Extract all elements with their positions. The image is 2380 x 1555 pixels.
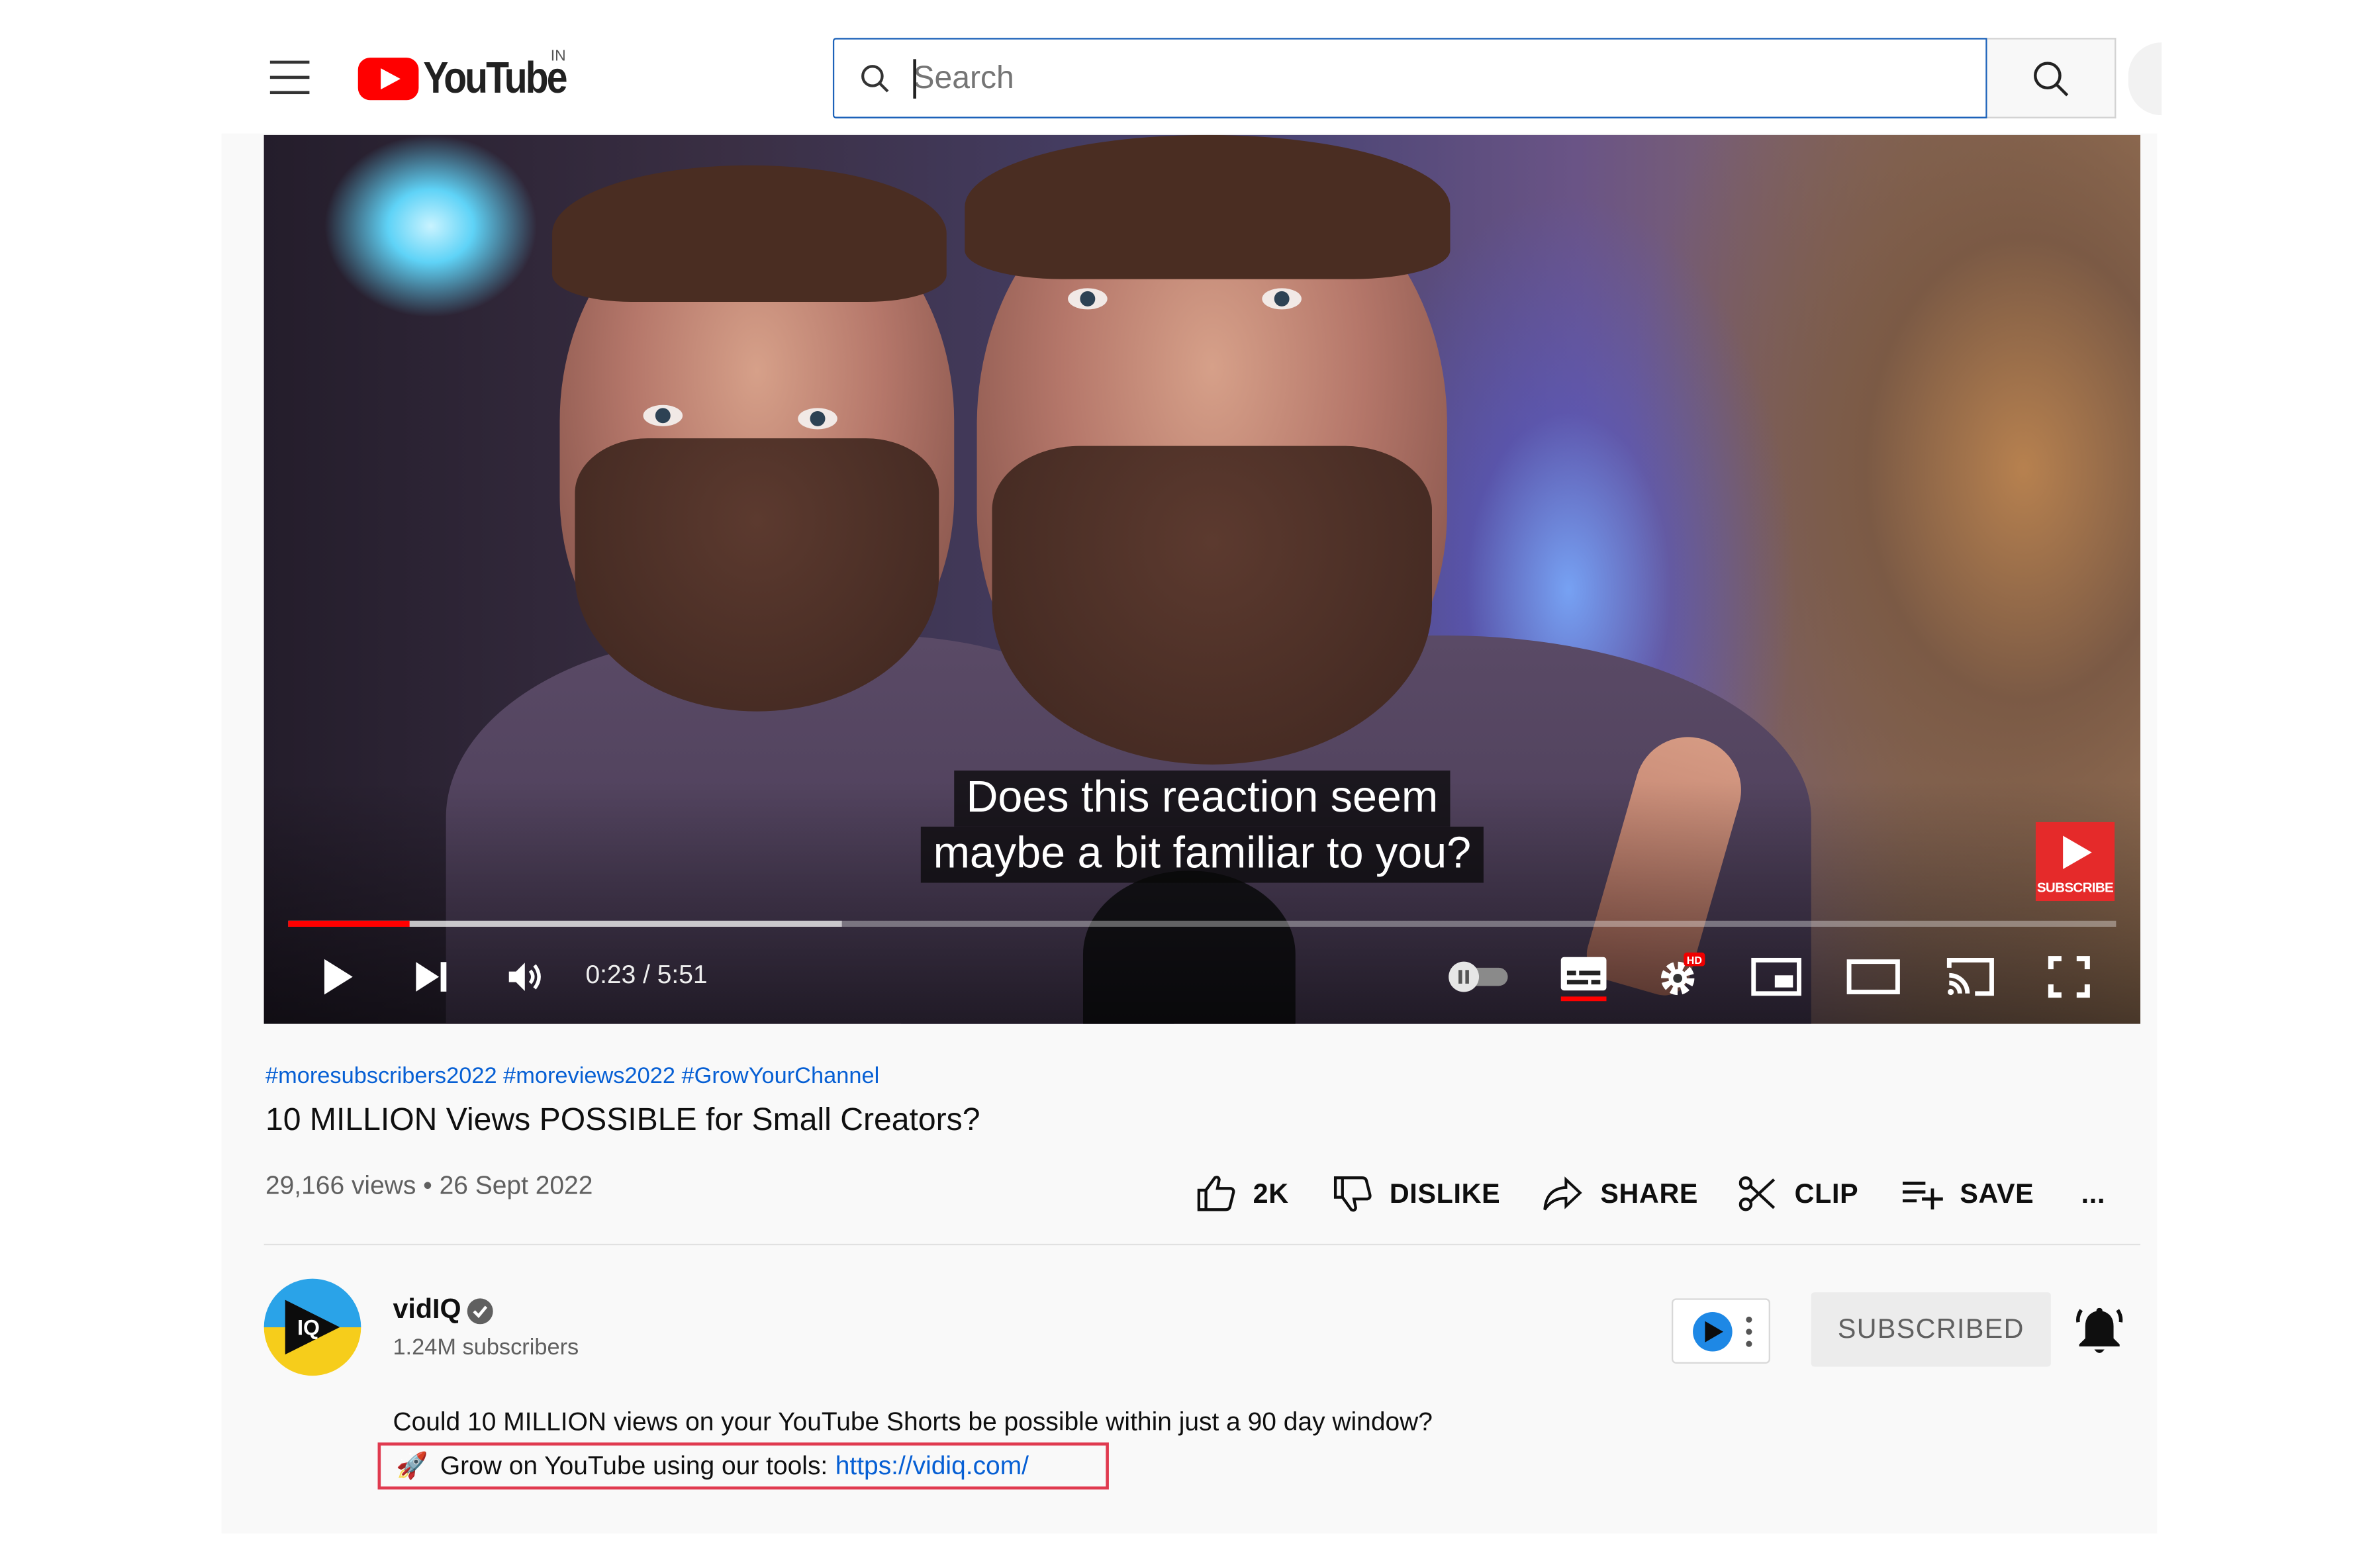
youtube-play-logo-icon — [357, 58, 419, 101]
search-icon — [861, 64, 889, 92]
scissors-icon — [1738, 1176, 1776, 1211]
thumbs-up-icon — [1197, 1176, 1235, 1211]
channel-avatar[interactable]: IQ — [263, 1278, 361, 1376]
channel-name[interactable]: vidIQ — [393, 1294, 461, 1325]
subtitles-button[interactable] — [1553, 947, 1614, 1008]
like-button[interactable]: 2K — [1196, 1168, 1289, 1219]
country-code: IN — [550, 48, 566, 66]
more-actions-button[interactable]: ... — [2081, 1168, 2105, 1219]
highlighted-link-line: 🚀 Grow on YouTube using our tools: https… — [377, 1442, 1109, 1490]
subscribe-watermark[interactable]: SUBSCRIBE — [2035, 822, 2115, 902]
cast-button[interactable] — [1940, 947, 2001, 1008]
progress-bar[interactable] — [288, 920, 2117, 927]
cast-icon — [1946, 957, 1994, 996]
subscriber-count: 1.24M subscribers — [393, 1335, 579, 1361]
add-to-playlist-icon — [1902, 1182, 1943, 1210]
volume-icon — [508, 963, 541, 991]
page: YouTube IN Does this reaction seem maybe… — [0, 0, 2380, 1555]
save-label: SAVE — [1960, 1178, 2034, 1209]
share-arrow-icon — [1543, 1176, 1582, 1211]
search-button[interactable] — [1987, 38, 2117, 118]
clip-button[interactable]: CLIP — [1737, 1168, 1859, 1219]
vidiq-logo-icon: IQ — [285, 1299, 340, 1355]
captions: Does this reaction seem maybe a bit fami… — [264, 770, 2140, 883]
logo-text: YouTube — [423, 54, 567, 103]
clip-label: CLIP — [1794, 1178, 1859, 1209]
verified-check-icon — [467, 1298, 493, 1325]
search-box[interactable] — [832, 38, 1987, 118]
progress-played — [288, 920, 409, 927]
play-icon — [324, 959, 353, 995]
search-button-icon — [2034, 61, 2069, 96]
person-left-eye — [643, 404, 683, 426]
description-line-1: Could 10 MILLION views on your YouTube S… — [393, 1407, 1433, 1437]
play-button[interactable] — [307, 947, 367, 1008]
subtitles-icon — [1560, 957, 1607, 1002]
miniplayer-icon — [1751, 957, 1801, 996]
vidiq-link[interactable]: https://vidiq.com/ — [835, 1451, 1029, 1482]
dislike-label: DISLIKE — [1389, 1178, 1501, 1209]
rocket-icon: 🚀 — [396, 1450, 428, 1480]
fullscreen-icon — [2048, 956, 2090, 998]
vidiq-extension-button[interactable] — [1672, 1298, 1770, 1364]
time-display: 0:23 / 5:51 — [585, 960, 708, 989]
theater-mode-button[interactable] — [1843, 947, 1904, 1008]
autoplay-toggle-icon — [1449, 961, 1508, 992]
subscribe-watermark-label: SUBSCRIBE — [2036, 879, 2114, 895]
caption-line-2: maybe a bit familiar to you? — [921, 826, 1484, 883]
thumbs-down-icon — [1333, 1176, 1372, 1212]
notification-bell-icon[interactable] — [2075, 1303, 2123, 1357]
miniplayer-button[interactable] — [1746, 947, 1807, 1008]
vidiq-extension-icon — [1693, 1311, 1752, 1352]
canvas: YouTube IN Does this reaction seem maybe… — [0, 0, 2380, 1555]
fullscreen-button[interactable] — [2039, 947, 2100, 1008]
divider — [263, 1243, 2141, 1246]
person-right-eye — [1262, 288, 1302, 310]
dislike-button[interactable]: DISLIKE — [1332, 1168, 1501, 1219]
hashtags[interactable]: #moresubscribers2022 #moreviews2022 #Gro… — [265, 1063, 879, 1089]
settings-gear-icon: HD — [1660, 952, 1705, 996]
autoplay-toggle[interactable] — [1441, 947, 1517, 1008]
theater-mode-icon — [1846, 959, 1900, 994]
next-button[interactable] — [401, 947, 461, 1008]
person-right-beard — [992, 446, 1432, 765]
hd-badge: HD — [1687, 955, 1702, 966]
subscribed-button[interactable]: SUBSCRIBED — [1811, 1292, 2051, 1367]
person-left-hair — [552, 165, 947, 302]
share-button[interactable]: SHARE — [1540, 1168, 1698, 1219]
person-right-eye — [1068, 288, 1108, 310]
like-count: 2K — [1253, 1178, 1289, 1209]
settings-button[interactable]: HD — [1649, 947, 1710, 1008]
save-button[interactable]: SAVE — [1899, 1168, 2034, 1219]
search-input[interactable] — [913, 60, 1824, 97]
video-player[interactable]: Does this reaction seem maybe a bit fami… — [263, 134, 2141, 1024]
caption-line-1: Does this reaction seem — [954, 770, 1451, 827]
avatar-text: IQ — [297, 1315, 320, 1339]
share-label: SHARE — [1600, 1178, 1699, 1209]
video-title: 10 MILLION Views POSSIBLE for Small Crea… — [265, 1102, 980, 1138]
person-right-hair — [965, 134, 1451, 279]
person-left-beard — [575, 438, 939, 712]
person-left-eye — [798, 408, 837, 430]
next-icon — [416, 962, 447, 992]
more-actions-icon: ... — [2081, 1178, 2106, 1209]
text-caret — [913, 59, 916, 99]
menu-icon[interactable] — [269, 60, 310, 95]
volume-button[interactable] — [495, 947, 555, 1008]
description-line-2-text: Grow on YouTube using our tools: — [440, 1450, 828, 1480]
view-count-date: 29,166 views • 26 Sept 2022 — [265, 1170, 593, 1200]
